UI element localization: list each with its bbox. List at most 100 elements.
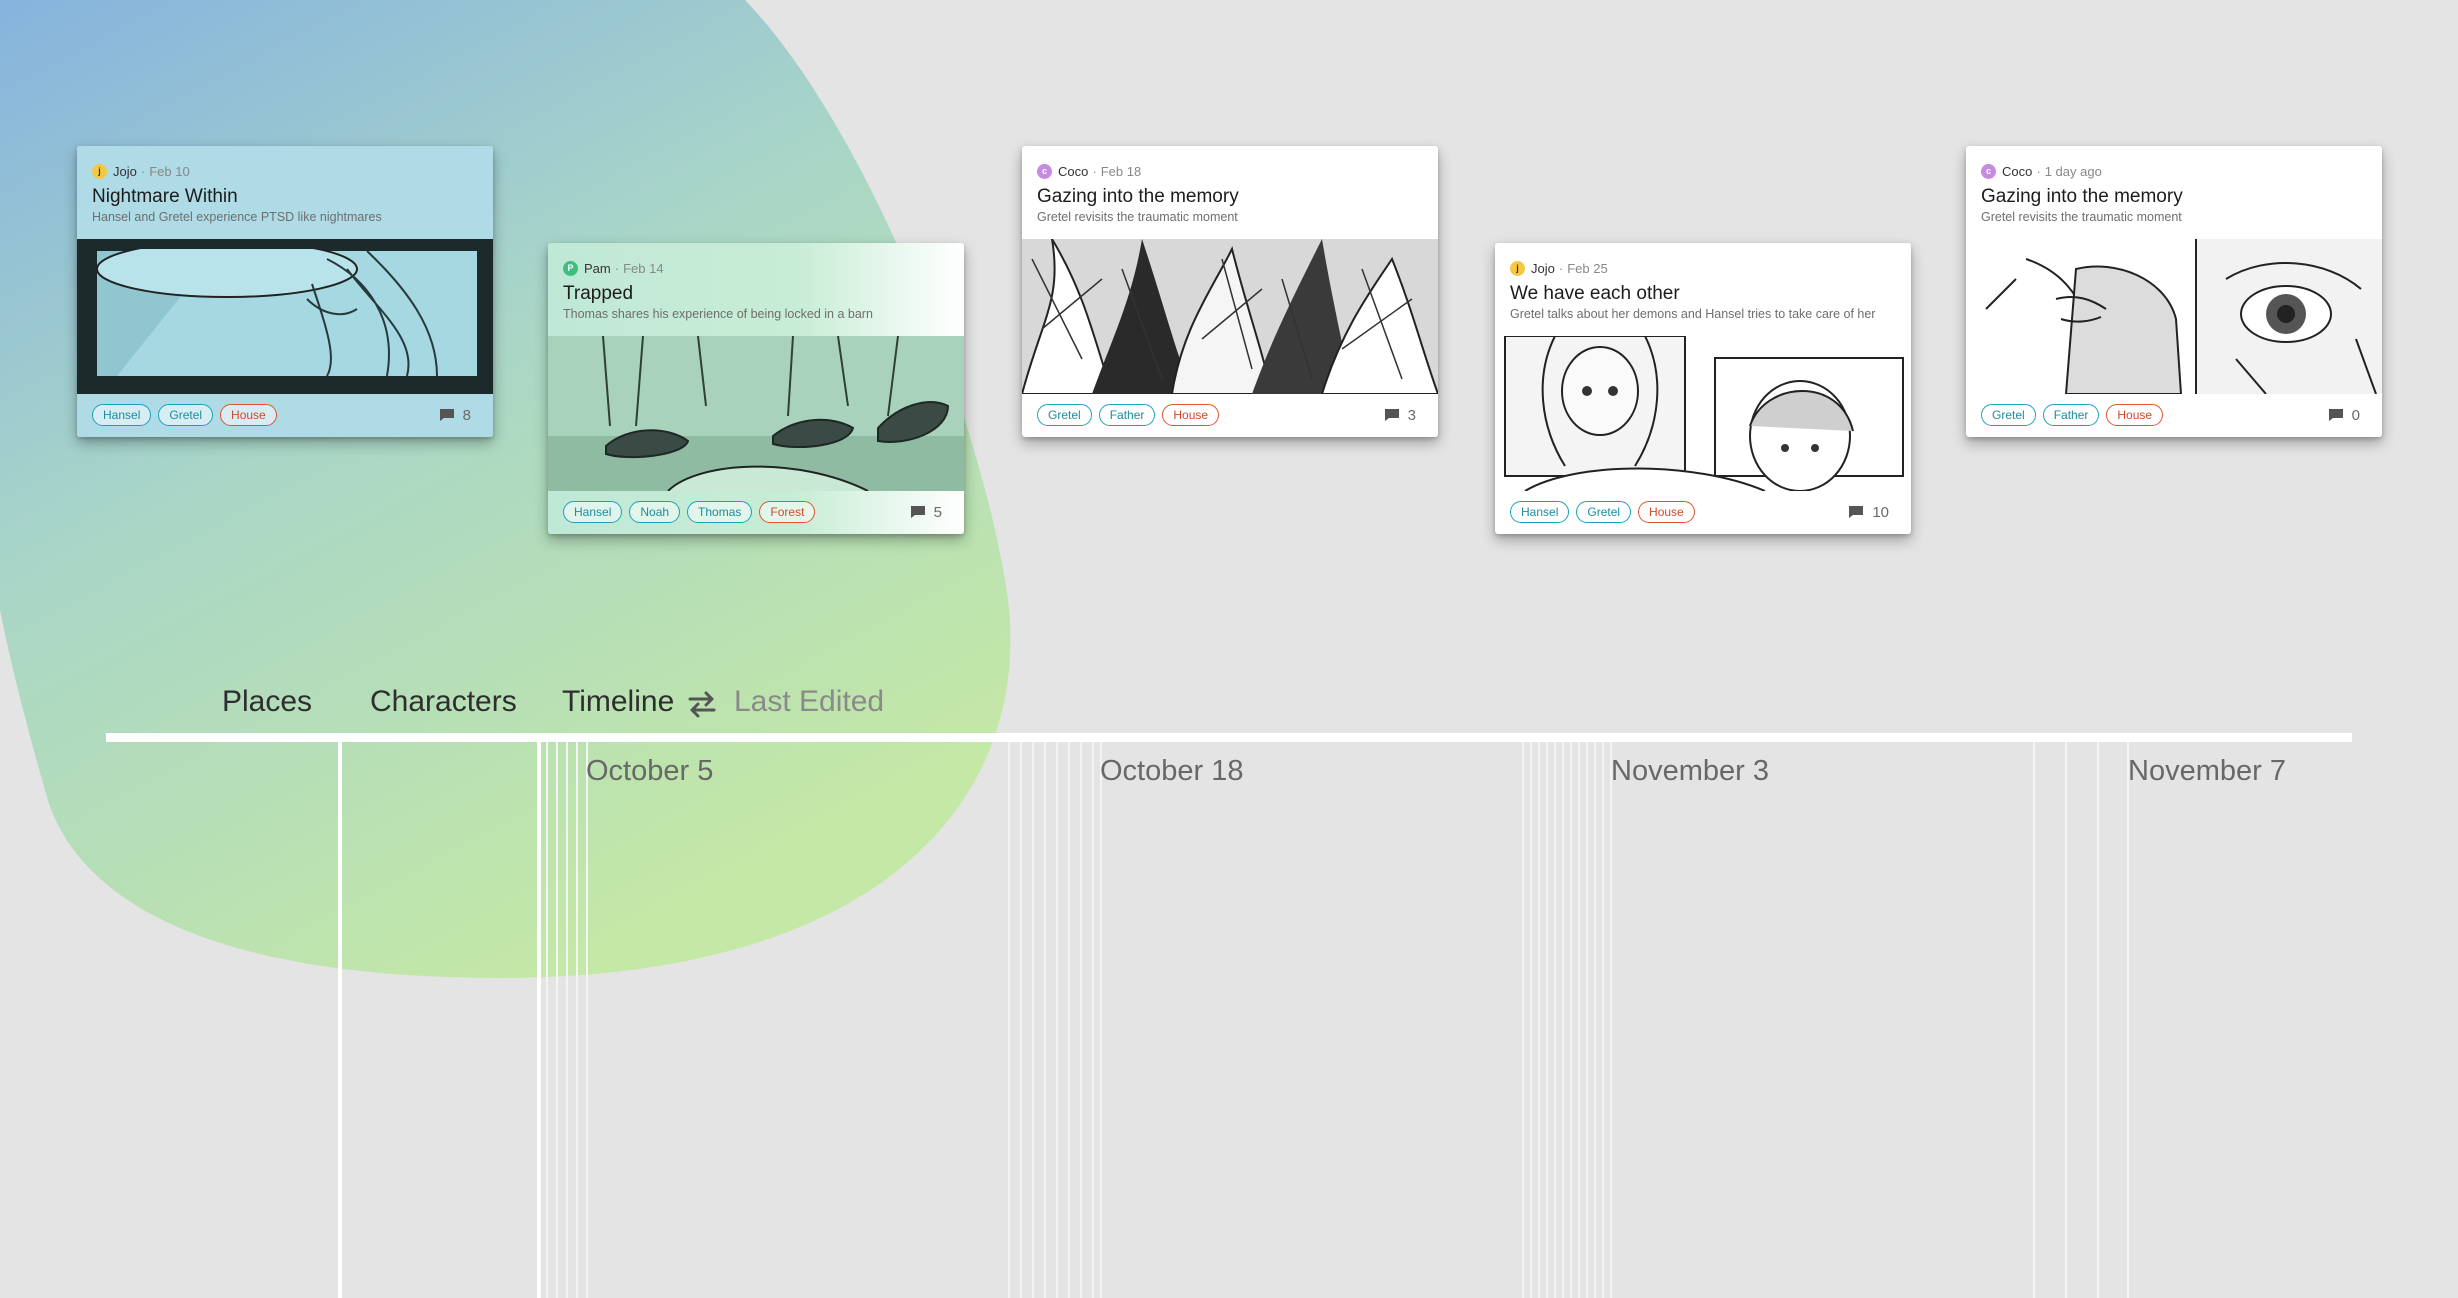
- timeline-tick: [1044, 738, 1046, 1298]
- card-tags: Hansel Gretel House: [1510, 501, 1695, 523]
- timeline-tick: [1020, 738, 1022, 1298]
- card-meta: c Coco · 1 day ago: [1981, 162, 2102, 180]
- timeline-tick: [1080, 738, 1082, 1298]
- card-subtitle: Gretel talks about her demons and Hansel…: [1510, 307, 1876, 321]
- card-title: Gazing into the memory: [1981, 186, 2183, 207]
- timeline-tick: [2033, 738, 2035, 1298]
- card-thumbnail: [1495, 336, 1911, 491]
- comment-icon: [1849, 506, 1864, 518]
- tag-character[interactable]: Gretel: [1037, 404, 1092, 426]
- timeline-tick: [566, 738, 568, 1298]
- author-avatar: j: [92, 163, 107, 179]
- card-subtitle: Hansel and Gretel experience PTSD like n…: [92, 210, 382, 224]
- tag-character[interactable]: Gretel: [1576, 501, 1632, 523]
- tag-character[interactable]: Father: [1098, 404, 1156, 426]
- timeline-tick: [2097, 738, 2099, 1298]
- tag-place[interactable]: House: [1162, 404, 1220, 426]
- timeline-tick: [1538, 738, 1540, 1298]
- timeline-bar: [106, 733, 2352, 742]
- card-meta: c Coco · Feb 18: [1037, 162, 1141, 180]
- tag-place[interactable]: House: [2106, 404, 2164, 426]
- comment-count-value: 10: [1872, 503, 1889, 521]
- card-title: Trapped: [563, 283, 634, 304]
- tag-character[interactable]: Father: [2042, 404, 2100, 426]
- card-meta: P Pam · Feb 14: [563, 259, 664, 277]
- timeline-date-label: October 5: [586, 755, 714, 787]
- nav-characters[interactable]: Characters: [370, 682, 517, 722]
- card-thumbnail: [548, 336, 964, 491]
- timeline-column-divider: [338, 738, 342, 1298]
- timeline-tick: [1586, 738, 1588, 1298]
- story-card[interactable]: j Jojo · Feb 25 We have each other Grete…: [1495, 243, 1911, 534]
- timeline-tick: [1602, 738, 1604, 1298]
- tag-place[interactable]: House: [1638, 501, 1695, 523]
- timeline-tick: [2065, 738, 2067, 1298]
- comment-count-value: 5: [933, 503, 942, 521]
- tag-place[interactable]: House: [220, 404, 277, 426]
- tag-character[interactable]: Hansel: [1510, 501, 1570, 523]
- comment-count-value: 3: [1407, 406, 1416, 424]
- card-subtitle: Gretel revisits the traumatic moment: [1981, 210, 2182, 224]
- nav-places[interactable]: Places: [222, 682, 312, 722]
- author-avatar: c: [1981, 163, 1996, 179]
- timeline-tick: [1092, 738, 1094, 1298]
- card-thumbnail: [1022, 239, 1438, 394]
- timeline-tick: [1578, 738, 1580, 1298]
- timeline-date-label: November 3: [1611, 755, 1769, 787]
- card-title: We have each other: [1510, 283, 1680, 304]
- author-name: Pam: [584, 260, 611, 276]
- timeline-tick: [1068, 738, 1070, 1298]
- comment-icon: [910, 506, 925, 518]
- comment-icon: [1384, 409, 1399, 421]
- story-card[interactable]: j Jojo · Feb 10 Nightmare Within Hansel …: [77, 146, 493, 437]
- card-thumbnail: [77, 239, 493, 394]
- comment-count[interactable]: 0: [2328, 404, 2360, 426]
- card-title: Gazing into the memory: [1037, 186, 1239, 207]
- timeline-tick: [1610, 738, 1612, 1298]
- comment-count-value: 8: [462, 406, 471, 424]
- tag-character[interactable]: Hansel: [563, 501, 623, 523]
- card-tags: Gretel Father House: [1981, 404, 2164, 426]
- comment-icon: [2328, 409, 2343, 421]
- card-meta: j Jojo · Feb 25: [1510, 259, 1608, 277]
- card-tags: Gretel Father House: [1037, 404, 1220, 426]
- card-meta: j Jojo · Feb 10: [92, 162, 190, 180]
- swap-arrows-icon[interactable]: [686, 690, 718, 718]
- comment-count[interactable]: 8: [439, 404, 471, 426]
- story-card[interactable]: c Coco · 1 day ago Gazing into the memor…: [1966, 146, 2382, 437]
- author-name: Jojo: [113, 163, 137, 179]
- tag-character[interactable]: Gretel: [158, 404, 214, 426]
- timeline-tick: [1530, 738, 1532, 1298]
- card-subtitle: Gretel revisits the traumatic moment: [1037, 210, 1238, 224]
- timeline-tick: [2127, 738, 2129, 1298]
- timeline-date-label: October 18: [1100, 755, 1244, 787]
- comment-count[interactable]: 5: [910, 501, 942, 523]
- card-date: Feb 10: [149, 163, 190, 179]
- comment-count[interactable]: 3: [1384, 404, 1416, 426]
- sort-last-edited[interactable]: Last Edited: [734, 682, 884, 722]
- card-date: Feb 14: [623, 260, 664, 276]
- timeline-tick: [1562, 738, 1564, 1298]
- author-avatar: P: [563, 260, 578, 276]
- timeline-tick: [546, 738, 548, 1298]
- timeline-tick: [1554, 738, 1556, 1298]
- card-tags: Hansel Gretel House: [92, 404, 277, 426]
- timeline-tick: [1032, 738, 1034, 1298]
- tag-character[interactable]: Noah: [629, 501, 681, 523]
- card-thumbnail: [1966, 239, 2382, 394]
- comment-count[interactable]: 10: [1848, 501, 1889, 523]
- tag-place[interactable]: Forest: [759, 501, 816, 523]
- tag-character[interactable]: Gretel: [1981, 404, 2036, 426]
- comment-count-value: 0: [2351, 406, 2360, 424]
- story-card[interactable]: c Coco · Feb 18 Gazing into the memory G…: [1022, 146, 1438, 437]
- author-name: Coco: [1058, 163, 1089, 179]
- tag-character[interactable]: Thomas: [687, 501, 753, 523]
- card-date: 1 day ago: [2044, 163, 2102, 179]
- card-subtitle: Thomas shares his experience of being lo…: [563, 307, 873, 321]
- story-card[interactable]: P Pam · Feb 14 Trapped Thomas shares his…: [548, 243, 964, 534]
- card-tags: Hansel Noah Thomas Forest: [563, 501, 816, 523]
- timeline-tick: [1546, 738, 1548, 1298]
- nav-timeline[interactable]: Timeline: [562, 682, 674, 722]
- tag-character[interactable]: Hansel: [92, 404, 152, 426]
- card-title: Nightmare Within: [92, 186, 238, 207]
